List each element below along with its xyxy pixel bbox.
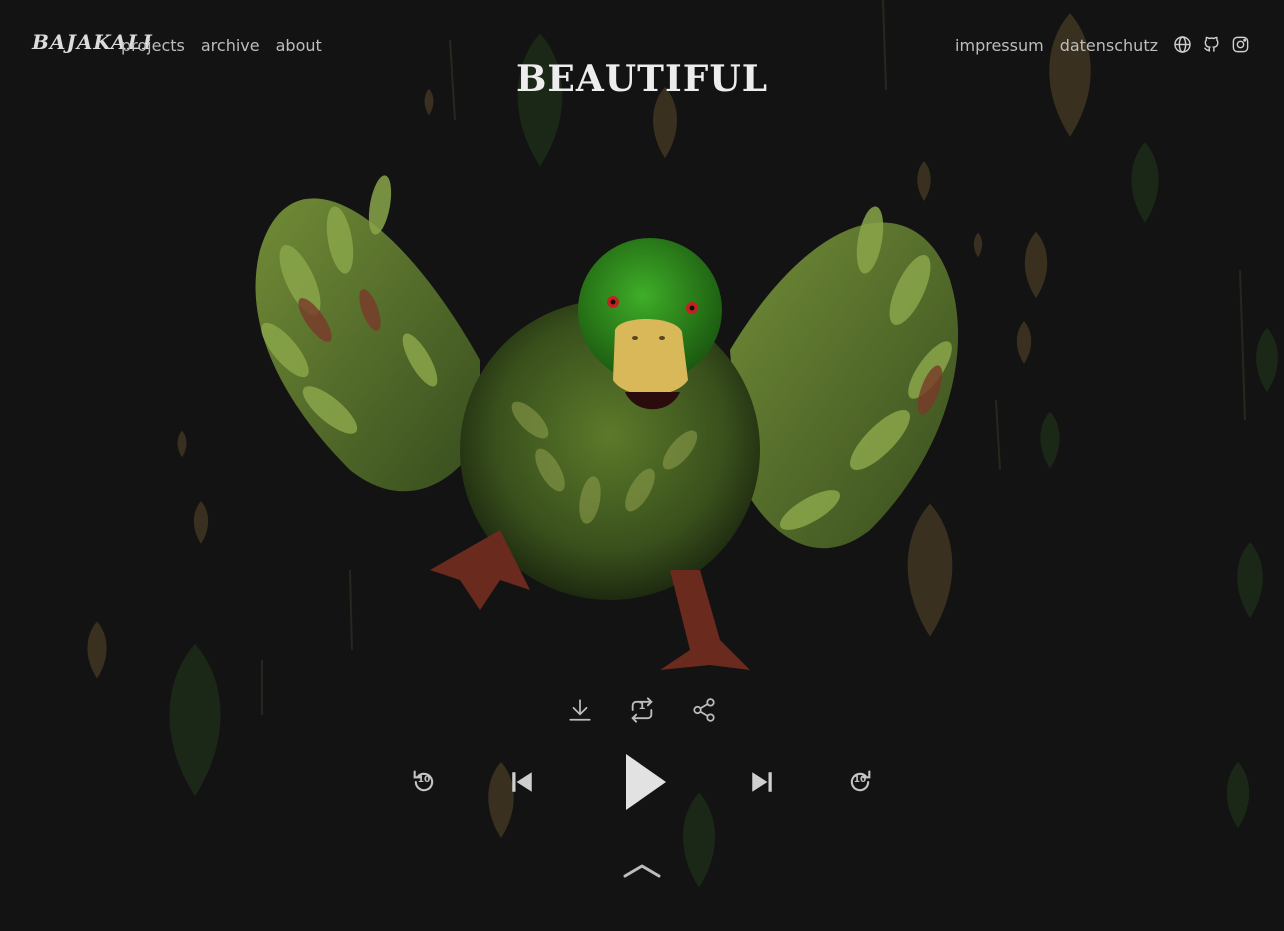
- chevron-up-icon[interactable]: [622, 858, 662, 882]
- nav-link-impressum[interactable]: impressum: [955, 36, 1044, 55]
- nav-link-about[interactable]: about: [276, 36, 322, 55]
- forward-seconds: 10: [853, 775, 867, 785]
- rewind-10-button[interactable]: 10: [406, 764, 442, 800]
- page: BAJAKALI projects archive about impressu…: [0, 0, 1284, 931]
- previous-button[interactable]: [504, 764, 540, 800]
- play-icon: [626, 754, 666, 810]
- nav-link-archive[interactable]: archive: [201, 36, 260, 55]
- repeat-count: 1: [638, 701, 646, 712]
- share-icon: [693, 698, 715, 722]
- github-icon[interactable]: [1202, 35, 1221, 54]
- share-button[interactable]: [686, 692, 722, 728]
- legal-nav: impressum datenschutz: [955, 36, 1158, 55]
- forward-10-button[interactable]: 10: [842, 764, 878, 800]
- header-icons: [1173, 35, 1250, 54]
- play-button[interactable]: [612, 752, 672, 812]
- next-icon: [752, 772, 772, 792]
- rewind-seconds: 10: [417, 775, 431, 785]
- nav-link-datenschutz[interactable]: datenschutz: [1060, 36, 1158, 55]
- next-button[interactable]: [744, 764, 780, 800]
- track-actions: 1: [0, 692, 1284, 728]
- download-icon: [569, 699, 591, 721]
- download-button[interactable]: [562, 692, 598, 728]
- globe-icon[interactable]: [1173, 35, 1192, 54]
- player-controls: 10 10: [0, 752, 1284, 812]
- track-artwork: [255, 175, 959, 670]
- instagram-icon[interactable]: [1231, 35, 1250, 54]
- previous-icon: [512, 772, 532, 792]
- main-nav: projects archive about: [121, 36, 322, 55]
- track-title: BEAUTIFUL: [515, 58, 769, 100]
- nav-link-projects[interactable]: projects: [121, 36, 185, 55]
- repeat-one-button[interactable]: 1: [624, 692, 660, 728]
